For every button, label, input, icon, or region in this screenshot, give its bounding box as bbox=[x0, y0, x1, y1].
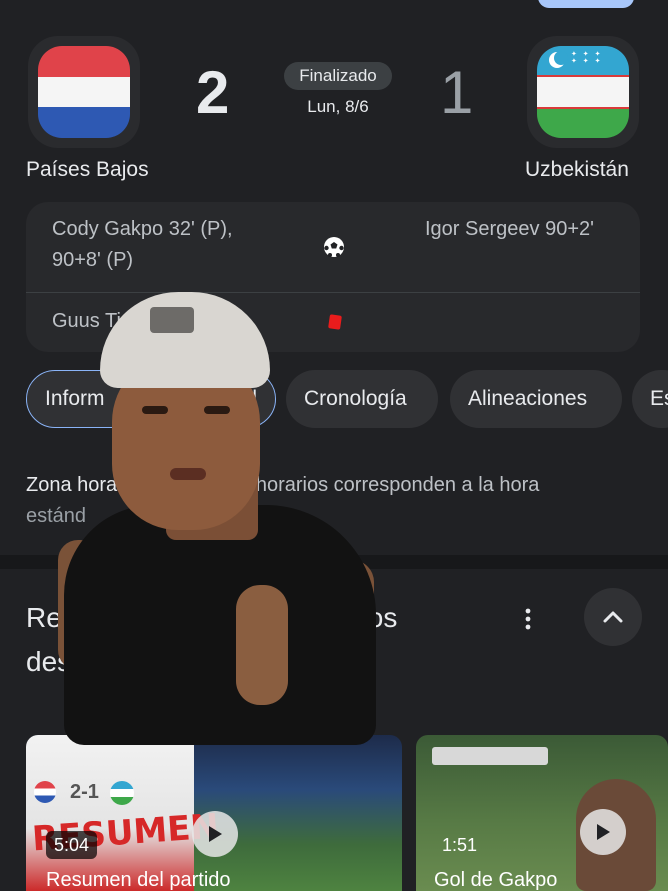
soccer-ball-icon bbox=[322, 235, 346, 259]
presenter-shirt bbox=[64, 505, 376, 745]
timezone-text: os horarios corresponden a la hora bbox=[229, 474, 540, 496]
mini-uzbekistan-flag-icon bbox=[110, 781, 134, 805]
tab-label: Inform bbox=[45, 387, 105, 410]
away-goal-scorers: Igor Sergeev 90+2' bbox=[425, 218, 594, 240]
timezone-label: Zona hora bbox=[26, 474, 118, 496]
collapse-button[interactable] bbox=[584, 588, 642, 646]
presenter-hand bbox=[236, 585, 288, 705]
red-card-icon bbox=[328, 314, 342, 330]
video-duration: 5:04 bbox=[46, 831, 98, 859]
cap-logo-icon bbox=[150, 307, 194, 333]
top-action-button[interactable] bbox=[538, 0, 634, 8]
video-scoreboard-graphic bbox=[432, 747, 548, 765]
home-goal-scorers: Cody Gakpo 32' (P), 90+8' (P) bbox=[52, 214, 233, 276]
home-team-flag[interactable] bbox=[28, 36, 140, 148]
highlights-title-part: Re bbox=[26, 602, 62, 633]
play-icon[interactable] bbox=[192, 811, 238, 857]
tab-label: Es bbox=[650, 387, 668, 410]
timezone-line-2: estánd bbox=[26, 505, 87, 527]
video-duration: 1:51 bbox=[442, 834, 478, 855]
tab-label: Cronología bbox=[304, 387, 407, 410]
video-thumbnail-graphic: 2-1 RESUMEN bbox=[26, 735, 220, 891]
video-title: Resumen del partido bbox=[46, 869, 231, 891]
home-goals-line-1: Cody Gakpo 32' (P), bbox=[52, 218, 233, 240]
match-date: Lun, 8/6 bbox=[307, 97, 369, 116]
tab-alineaciones[interactable]: Alineaciones bbox=[450, 370, 622, 428]
away-team-name[interactable]: Uzbekistán bbox=[525, 158, 629, 182]
mini-netherlands-flag-icon bbox=[34, 781, 56, 803]
video-card-resumen[interactable]: 2-1 RESUMEN 5:04 Resumen del partido bbox=[26, 735, 402, 891]
tab-cronologia[interactable]: Cronología bbox=[286, 370, 438, 428]
tab-label: Alineaciones bbox=[468, 387, 588, 410]
away-score: 1 bbox=[440, 59, 474, 126]
mini-score: 2-1 bbox=[70, 781, 99, 803]
away-team-flag[interactable]: ✦ ✦ ✦ ✦ ✦ ✦ bbox=[527, 36, 639, 148]
home-team-name[interactable]: Países Bajos bbox=[26, 158, 149, 182]
play-icon[interactable] bbox=[580, 809, 626, 855]
home-goals-line-2: 90+8' (P) bbox=[52, 249, 134, 271]
match-status-badge: Finalizado bbox=[284, 62, 392, 90]
tab-estadisticas[interactable]: Es bbox=[632, 370, 668, 428]
uzbekistan-flag-icon: ✦ ✦ ✦ ✦ ✦ ✦ bbox=[537, 46, 629, 138]
netherlands-flag-icon bbox=[38, 46, 130, 138]
more-vert-icon[interactable] bbox=[512, 603, 544, 635]
video-card-gol-gakpo[interactable]: 1:51 Gol de Gakpo bbox=[416, 735, 668, 891]
video-title: Gol de Gakpo bbox=[434, 869, 558, 891]
card-divider bbox=[26, 292, 640, 293]
home-score: 2 bbox=[196, 59, 230, 126]
chevron-up-icon bbox=[603, 611, 623, 623]
